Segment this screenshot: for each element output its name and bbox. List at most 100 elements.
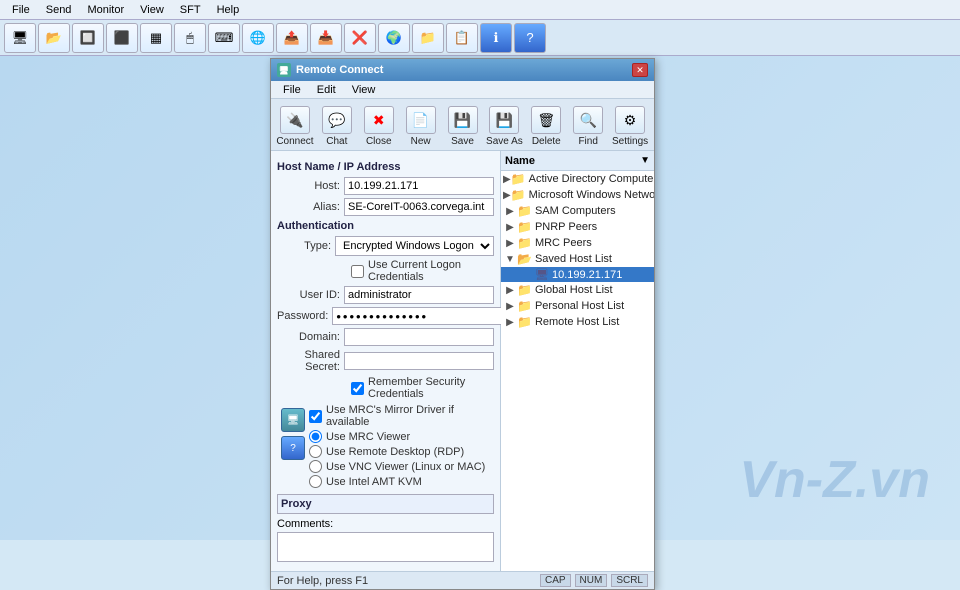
toolbar-chat[interactable]: 💬 Chat	[317, 106, 357, 150]
use-vnc-label: Use VNC Viewer (Linux or MAC)	[326, 461, 485, 473]
dialog-body: Host Name / IP Address Host: Alias: Auth…	[271, 151, 654, 571]
tree-item-sam[interactable]: ▶ 📁 SAM Computers	[501, 203, 654, 219]
tree-windows-label: Microsoft Windows Network	[529, 189, 654, 201]
tree-dropdown-icon[interactable]: ▼	[640, 155, 650, 166]
toolbar-btn-8[interactable]: 🌐	[242, 23, 274, 53]
save-icon: 💾	[448, 106, 478, 134]
radio-mrc-row: Use MRC Viewer	[309, 430, 494, 443]
help-icon: ?	[281, 436, 305, 460]
host-section-title: Host Name / IP Address	[277, 161, 494, 173]
toolbar-close[interactable]: ✖ Close	[359, 106, 399, 150]
use-vnc-radio[interactable]	[309, 460, 322, 473]
computer-ip-icon: 🖥	[535, 268, 549, 281]
menu-sft[interactable]: SFT	[172, 2, 209, 18]
remember-creds-checkbox[interactable]	[351, 382, 364, 395]
toolbar-btn-4[interactable]: ⬛	[106, 23, 138, 53]
radio-amt-row: Use Intel AMT KVM	[309, 475, 494, 488]
toolbar-connect[interactable]: 🔌 Connect	[275, 106, 315, 150]
dialog-title-left: 🖥 Remote Connect	[277, 63, 383, 77]
expand-mrc: ▶	[503, 238, 517, 249]
password-field-row: Password:	[277, 307, 494, 325]
use-mrc-label: Use MRC Viewer	[326, 431, 410, 443]
folder-mrc-icon: 📁	[517, 236, 532, 250]
domain-input[interactable]	[344, 328, 494, 346]
folder-personal-icon: 📁	[517, 299, 532, 313]
toolbar-btn-12[interactable]: 🌍	[378, 23, 410, 53]
tree-mrc-label: MRC Peers	[535, 237, 592, 249]
tree-item-saved[interactable]: ▼ 📂 Saved Host List	[501, 251, 654, 267]
tree-item-mrc[interactable]: ▶ 📁 MRC Peers	[501, 235, 654, 251]
shared-secret-input[interactable]	[344, 352, 494, 370]
dialog-close-button[interactable]: ✕	[632, 63, 648, 77]
dialog-menu-file[interactable]: File	[275, 83, 309, 97]
userid-input[interactable]	[344, 286, 494, 304]
proxy-section-title: Proxy	[277, 494, 494, 514]
type-field-row: Type: Encrypted Windows Logon	[277, 236, 494, 256]
toolbar-delete[interactable]: 🗑 Delete	[526, 106, 566, 150]
settings-label: Settings	[612, 136, 648, 147]
expand-ad: ▶	[503, 174, 511, 185]
type-select[interactable]: Encrypted Windows Logon	[335, 236, 494, 256]
toolbar-btn-7[interactable]: ⌨	[208, 23, 240, 53]
toolbar-btn-1[interactable]: 🖥	[4, 23, 36, 53]
use-mrc-radio[interactable]	[309, 430, 322, 443]
toolbar-btn-9[interactable]: 📤	[276, 23, 308, 53]
tree-global-label: Global Host List	[535, 284, 613, 296]
tree-item-global[interactable]: ▶ 📁 Global Host List	[501, 282, 654, 298]
menu-send[interactable]: Send	[38, 2, 80, 18]
use-amt-radio[interactable]	[309, 475, 322, 488]
toolbar-btn-11[interactable]: ❌	[344, 23, 376, 53]
password-input[interactable]	[332, 307, 516, 325]
tree-item-personal[interactable]: ▶ 📁 Personal Host List	[501, 298, 654, 314]
toolbar-find[interactable]: 🔍 Find	[568, 106, 608, 150]
use-current-creds-checkbox[interactable]	[351, 265, 364, 278]
toolbar-settings[interactable]: ⚙ Settings	[610, 106, 650, 150]
toolbar-save-as[interactable]: 💾 Save As	[484, 106, 524, 150]
save-as-icon: 💾	[489, 106, 519, 134]
save-label: Save	[451, 136, 474, 147]
toolbar-btn-5[interactable]: ▦	[140, 23, 172, 53]
comments-label: Comments:	[277, 518, 494, 530]
menu-view[interactable]: View	[132, 2, 172, 18]
folder-sam-icon: 📁	[517, 204, 532, 218]
toolbar-save[interactable]: 💾 Save	[443, 106, 483, 150]
domain-label: Domain:	[277, 331, 344, 343]
dialog-menu-view[interactable]: View	[344, 83, 384, 97]
expand-sam: ▶	[503, 206, 517, 217]
tree-item-ip[interactable]: 🖥 10.199.21.171	[501, 267, 654, 282]
desktop: Vn-Z.vn 🖥 Remote Connect ✕ File Edit Vie…	[0, 56, 960, 540]
settings-icon: ⚙	[615, 106, 645, 134]
alias-label: Alias:	[277, 201, 344, 213]
toolbar-info[interactable]: ℹ	[480, 23, 512, 53]
tree-item-pnrp[interactable]: ▶ 📁 PNRP Peers	[501, 219, 654, 235]
use-amt-label: Use Intel AMT KVM	[326, 476, 422, 488]
host-input[interactable]	[344, 177, 494, 195]
find-icon: 🔍	[573, 106, 603, 134]
expand-personal: ▶	[503, 301, 517, 312]
alias-input[interactable]	[344, 198, 494, 216]
toolbar-new[interactable]: 📄 New	[401, 106, 441, 150]
statusbar-indicators: CAP NUM SCRL	[540, 574, 648, 587]
toolbar-btn-2[interactable]: 📂	[38, 23, 70, 53]
comments-input[interactable]	[277, 532, 494, 562]
menu-monitor[interactable]: Monitor	[79, 2, 132, 18]
toolbar-btn-3[interactable]: 🔲	[72, 23, 104, 53]
toolbar-btn-10[interactable]: 📥	[310, 23, 342, 53]
use-mirror-label: Use MRC's Mirror Driver if available	[326, 404, 494, 428]
toolbar-btn-14[interactable]: 📋	[446, 23, 478, 53]
tree-item-remote[interactable]: ▶ 📁 Remote Host List	[501, 314, 654, 330]
toolbar-help[interactable]: ?	[514, 23, 546, 53]
use-rdp-radio[interactable]	[309, 445, 322, 458]
right-panel: Name ▼ ▶ 📁 Active Directory Computers ▶ …	[501, 151, 654, 571]
tree-item-windows[interactable]: ▶ 📁 Microsoft Windows Network	[501, 187, 654, 203]
tree-item-ad[interactable]: ▶ 📁 Active Directory Computers	[501, 171, 654, 187]
menu-help[interactable]: Help	[209, 2, 248, 18]
use-mirror-checkbox[interactable]	[309, 410, 322, 423]
toolbar-btn-13[interactable]: 📁	[412, 23, 444, 53]
toolbar-btn-6[interactable]: 🖱	[174, 23, 206, 53]
scrl-indicator: SCRL	[611, 574, 648, 587]
menu-file[interactable]: File	[4, 2, 38, 18]
dialog-menu-edit[interactable]: Edit	[309, 83, 344, 97]
tree-ip-label: 10.199.21.171	[552, 269, 622, 281]
left-panel: Host Name / IP Address Host: Alias: Auth…	[271, 151, 501, 571]
